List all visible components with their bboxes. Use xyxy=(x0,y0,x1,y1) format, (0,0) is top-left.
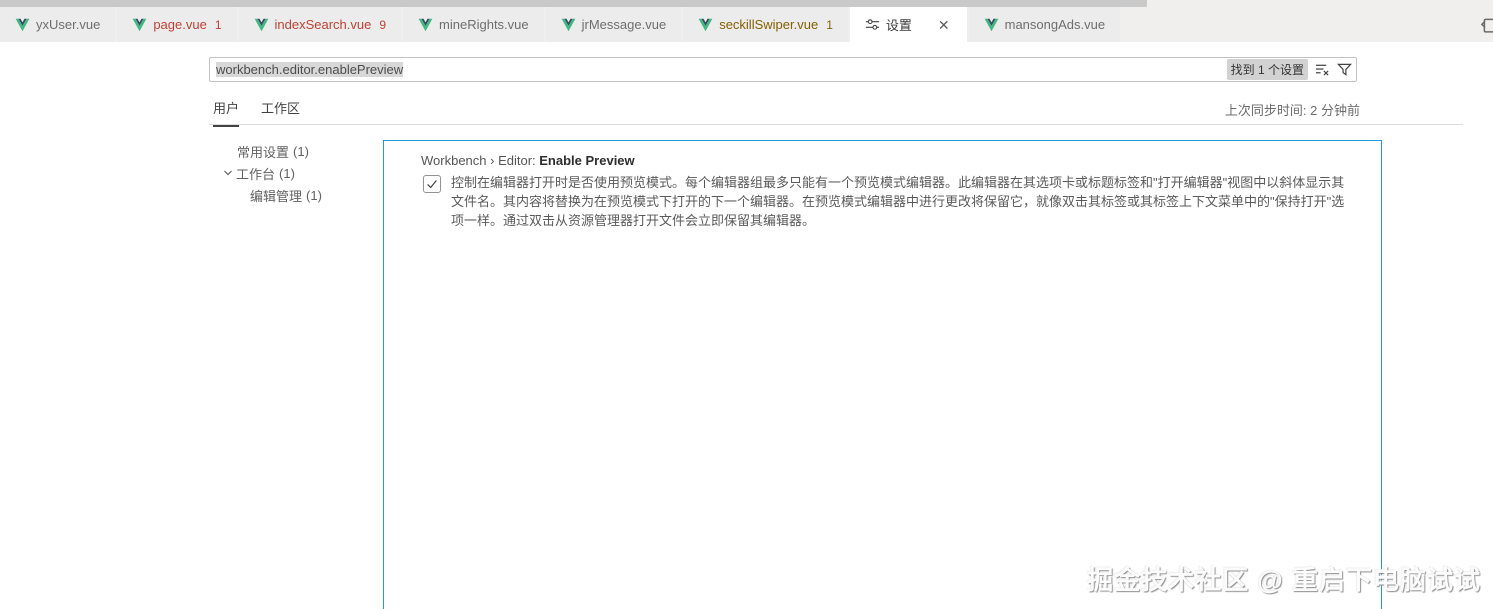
scope-tab-workspace[interactable]: 工作区 xyxy=(261,98,300,127)
tab-minerights-vue[interactable]: mineRights.vue xyxy=(403,7,544,42)
tab-label: jrMessage.vue xyxy=(581,17,667,32)
header-divider xyxy=(209,124,1463,125)
filter-icon[interactable] xyxy=(1337,62,1352,77)
search-query-text: workbench.editor.enablePreview xyxy=(216,62,404,77)
tab-problem-count: 9 xyxy=(379,17,387,32)
setting-title-name: Enable Preview xyxy=(539,153,635,168)
tab-mansongads-vue[interactable]: mansongAds.vue xyxy=(968,7,1121,42)
tab-label: indexSearch.vue xyxy=(274,17,372,32)
settings-search-input[interactable]: workbench.editor.enablePreview 找到 1 个设置 xyxy=(209,57,1357,82)
close-icon[interactable]: ✕ xyxy=(936,16,952,34)
tab-seckillswiper-vue[interactable]: seckillSwiper.vue 1 xyxy=(683,7,848,42)
chevron-down-icon xyxy=(220,165,236,181)
vue-file-icon xyxy=(698,18,713,32)
vue-file-icon xyxy=(254,18,269,32)
tab-page-vue[interactable]: page.vue 1 xyxy=(117,7,237,42)
vue-file-icon xyxy=(984,18,999,32)
tab-label: yxUser.vue xyxy=(36,17,101,32)
toc-label: 工作台 xyxy=(236,166,276,182)
toc-count: (1) xyxy=(306,187,322,203)
toc-count: (1) xyxy=(279,165,295,181)
enable-preview-checkbox[interactable] xyxy=(423,175,441,193)
vue-file-icon xyxy=(418,18,433,32)
toc-item-workbench[interactable]: 工作台 (1) xyxy=(200,162,380,184)
tab-problem-count: 1 xyxy=(826,17,833,32)
tab-label: mansongAds.vue xyxy=(1004,17,1106,32)
editor-action-icon[interactable] xyxy=(1480,15,1493,33)
setting-panel-enable-preview: Workbench › Editor: Enable Preview 控制在编辑… xyxy=(383,140,1382,609)
clear-filter-icon[interactable] xyxy=(1315,62,1330,77)
tab-indexsearch-vue[interactable]: indexSearch.vue 9 xyxy=(238,7,402,42)
tab-yxuser-vue[interactable]: yxUser.vue xyxy=(0,7,116,42)
toc-item-common-settings[interactable]: 常用设置 (1) xyxy=(200,140,380,162)
tab-label: page.vue xyxy=(153,17,207,32)
search-result-count-badge: 找到 1 个设置 xyxy=(1226,59,1308,80)
vue-file-icon xyxy=(132,18,147,32)
tab-label: 设置 xyxy=(885,18,912,33)
toc-label: 常用设置 xyxy=(237,144,290,160)
last-sync-status: 上次同步时间: 2 分钟前 xyxy=(1224,103,1360,118)
window-top-strip xyxy=(0,0,1147,7)
setting-title-prefix: Workbench › Editor: xyxy=(421,153,540,168)
tab-problem-count: 1 xyxy=(214,17,222,32)
settings-scope-header: 用户 工作区 上次同步时间: 2 分钟前 xyxy=(0,95,1493,127)
toc-label: 编辑管理 xyxy=(250,188,303,204)
setting-title: Workbench › Editor: Enable Preview xyxy=(421,153,1381,168)
scope-tab-user[interactable]: 用户 xyxy=(213,98,240,127)
toc-count: (1) xyxy=(293,143,309,159)
tab-jrmessage-vue[interactable]: jrMessage.vue xyxy=(545,7,682,42)
tab-label: mineRights.vue xyxy=(439,17,529,32)
tab-settings[interactable]: 设置 ✕ xyxy=(849,7,967,42)
tab-label: seckillSwiper.vue xyxy=(719,17,819,32)
settings-toc-tree: 常用设置 (1) 工作台 (1) 编辑管理 (1) xyxy=(200,140,380,206)
toc-item-editor-management[interactable]: 编辑管理 (1) xyxy=(200,184,380,206)
settings-editor: workbench.editor.enablePreview 找到 1 个设置 xyxy=(0,42,1493,609)
vue-file-icon xyxy=(561,18,576,32)
setting-description: 控制在编辑器打开时是否使用预览模式。每个编辑器组最多只能有一个预览模式编辑器。此… xyxy=(451,175,1345,228)
vue-file-icon xyxy=(15,18,30,32)
settings-sliders-icon xyxy=(865,17,880,32)
vscode-window: yxUser.vue page.vue 1 indexSearch.vue 9 … xyxy=(0,0,1493,609)
